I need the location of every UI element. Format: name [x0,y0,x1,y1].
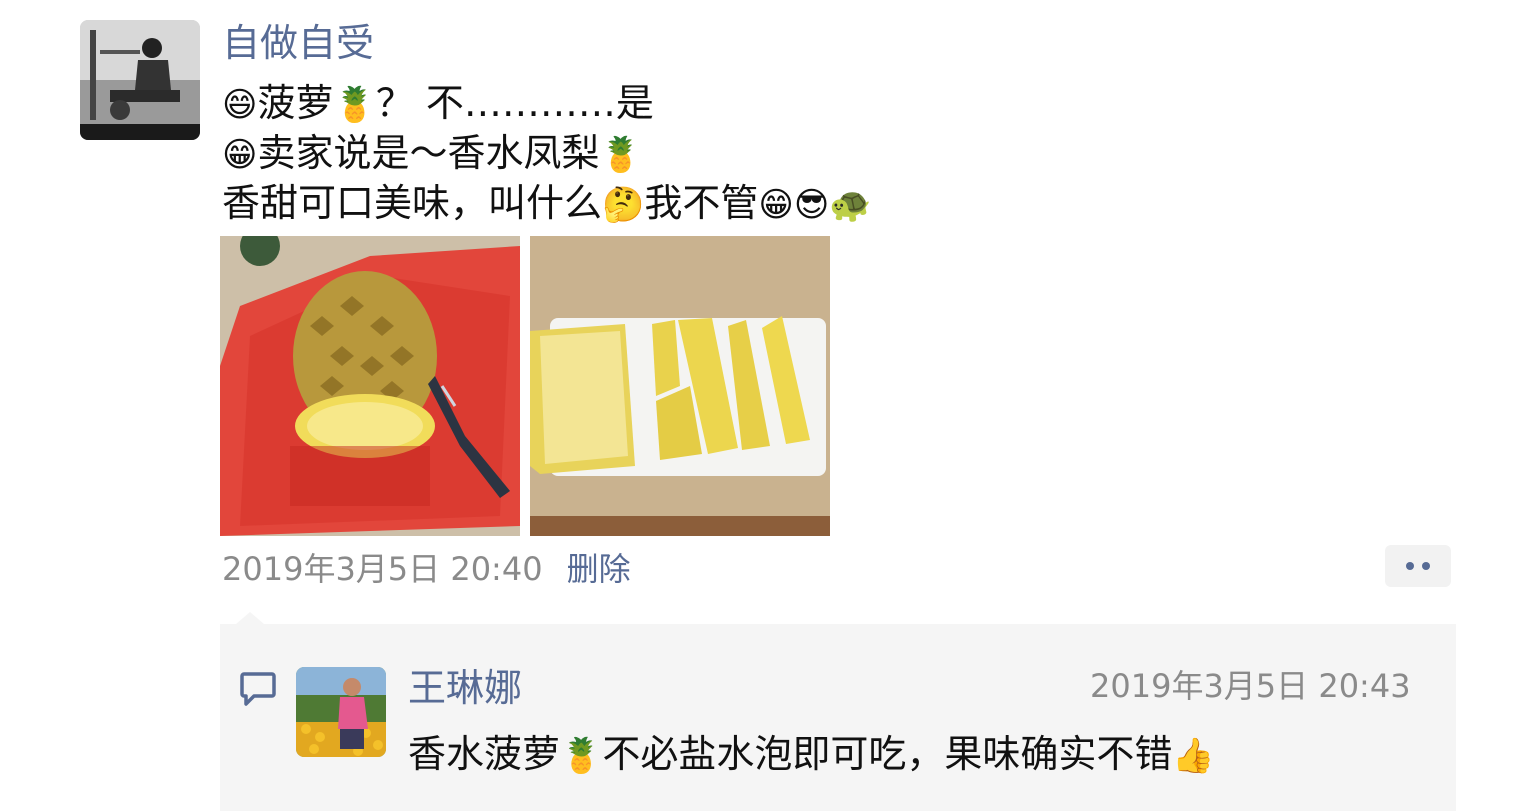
post-meta: 2019年3月5日 20:40 删除 [222,545,631,589]
avatar-photo [80,20,200,140]
emoji-group-icon: 😁😎🐢 [758,185,872,225]
comment-text[interactable]: 香水菠萝🍍不必盐水泡即可吃，果味确实不错👍 [408,728,1215,782]
big-grin-emoji-icon: 😁 [222,135,258,175]
pineapple-emoji-icon: 🍍 [560,736,603,776]
more-dot-icon [1406,562,1414,570]
pineapple-emoji-icon: 🍍 [599,135,642,175]
commenter-avatar[interactable] [296,667,386,757]
pineapple-sliced-photo[interactable] [530,236,830,536]
thumbs-up-emoji-icon: 👍 [1172,736,1215,776]
comments-panel [220,624,1456,811]
more-dot-icon [1422,562,1430,570]
comment-bubble-icon [240,672,276,706]
delete-button[interactable]: 删除 [567,544,631,590]
commenter-name[interactable]: 王琳娜 [408,662,522,714]
pineapple-emoji-icon: 🍍 [333,85,376,125]
thinking-emoji-icon: 🤔 [602,185,645,225]
more-actions-button[interactable] [1385,545,1451,587]
pineapple-whole-image [220,236,520,536]
comment-timestamp: 2019年3月5日 20:43 [1090,667,1411,705]
author-avatar[interactable] [80,20,200,140]
comments-pointer [236,612,264,624]
author-name[interactable]: 自做自受 [222,18,374,68]
post-line-2: 😁卖家说是～香水凤梨🍍 [222,131,642,175]
pineapple-whole-photo[interactable] [220,236,520,536]
commenter-avatar-photo [296,667,386,757]
post-line-3: 香甜可口美味，叫什么🤔我不管😁😎🐢 [222,181,872,225]
grin-emoji-icon: 😄 [222,85,258,125]
post-timestamp: 2019年3月5日 20:40 [222,550,543,588]
pineapple-sliced-image [530,236,830,536]
post-text: 😄菠萝🍍？ 不…………是 😁卖家说是～香水凤梨🍍 香甜可口美味，叫什么🤔我不管😁… [222,78,872,228]
post-line-1: 😄菠萝🍍？ 不…………是 [222,81,654,125]
